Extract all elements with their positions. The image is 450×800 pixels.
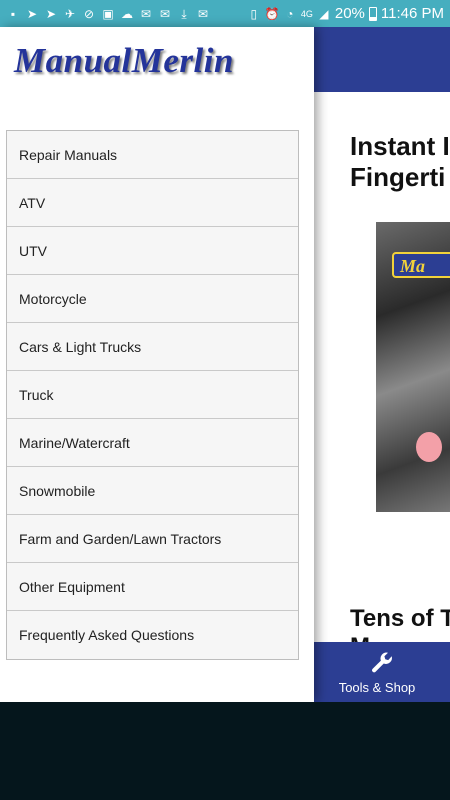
tools-shop-label: Tools & Shop bbox=[338, 679, 416, 695]
drawer-menu: Repair Manuals ATV UTV Motorcycle Cars &… bbox=[6, 130, 299, 660]
mail-icon: ✉ bbox=[159, 6, 171, 21]
chat-icon: ▪ bbox=[10, 6, 16, 21]
battery-icon bbox=[368, 6, 377, 21]
mail-icon: ✉ bbox=[197, 6, 209, 21]
image-icon: ▣ bbox=[102, 6, 114, 21]
menu-item-other-equipment[interactable]: Other Equipment bbox=[7, 563, 298, 611]
hero-decoration bbox=[416, 432, 442, 462]
menu-item-repair-manuals[interactable]: Repair Manuals bbox=[7, 131, 298, 179]
navigation-bar-area bbox=[0, 702, 450, 800]
download-icon: ⤓ bbox=[181, 6, 187, 21]
app-header bbox=[314, 27, 450, 92]
manualmerlin-logo[interactable]: ManualMerlin bbox=[14, 41, 234, 81]
mail-icon: ✉ bbox=[140, 6, 152, 21]
menu-item-truck[interactable]: Truck bbox=[7, 371, 298, 419]
signal-icon: ◢ bbox=[319, 6, 329, 21]
menu-item-cars-light-trucks[interactable]: Cars & Light Trucks bbox=[7, 323, 298, 371]
wrench-icon bbox=[372, 652, 392, 672]
menu-item-snowmobile[interactable]: Snowmobile bbox=[7, 467, 298, 515]
notification-icons: ▪ ➤ ➤ ✈ ⊘ ▣ ☁ ✉ ✉ ⤓ ✉ bbox=[6, 7, 247, 21]
battery-percent: 20% bbox=[334, 5, 365, 22]
menu-item-atv[interactable]: ATV bbox=[7, 179, 298, 227]
cloud-icon: ☁ bbox=[121, 6, 133, 21]
hero-image: Ma bbox=[376, 222, 450, 512]
menu-item-farm-garden[interactable]: Farm and Garden/Lawn Tractors bbox=[7, 515, 298, 563]
clock: 11:46 PM bbox=[380, 5, 444, 22]
alarm-icon: ⏰ bbox=[264, 6, 280, 21]
menu-item-utv[interactable]: UTV bbox=[7, 227, 298, 275]
hero-banner: Ma bbox=[392, 252, 450, 278]
block-icon: ⊘ bbox=[83, 6, 95, 21]
hero-banner-text: Ma bbox=[400, 256, 426, 276]
vibrate-icon: ▯ bbox=[250, 6, 258, 21]
tools-shop-tab[interactable]: Tools & Shop bbox=[314, 642, 450, 702]
menu-item-marine-watercraft[interactable]: Marine/Watercraft bbox=[7, 419, 298, 467]
send-icon: ➤ bbox=[26, 6, 38, 21]
drone-icon: ✈ bbox=[64, 6, 76, 21]
menu-item-faq[interactable]: Frequently Asked Questions bbox=[7, 611, 298, 659]
wifi-icon: ◔ bbox=[286, 6, 294, 21]
network-type: 4G bbox=[300, 8, 313, 19]
status-bar: ▪ ➤ ➤ ✈ ⊘ ▣ ☁ ✉ ✉ ⤓ ✉ ▯ ⏰ ◔ 4G ◢ 20% 11:… bbox=[0, 0, 450, 27]
send-icon: ➤ bbox=[45, 6, 57, 21]
menu-item-motorcycle[interactable]: Motorcycle bbox=[7, 275, 298, 323]
navigation-drawer: ManualMerlin Repair Manuals ATV UTV Moto… bbox=[0, 27, 314, 702]
page-heading: Instant I Fingerti bbox=[350, 131, 450, 192]
